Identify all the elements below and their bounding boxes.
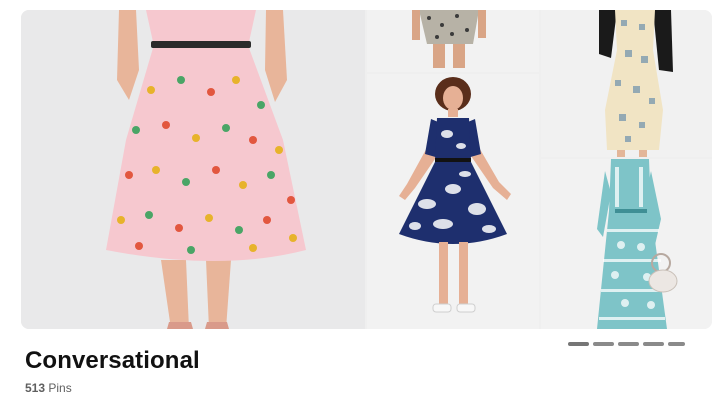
pin-image-pineapple-dress[interactable] — [21, 10, 365, 329]
pin-count: 513 Pins — [25, 381, 72, 395]
navy-dress-illustration — [367, 74, 539, 329]
pin-image-cream-print-dress[interactable] — [541, 10, 712, 157]
pin-count-label: Pins — [48, 381, 72, 395]
pin-image-navy-floral-dress[interactable] — [367, 74, 539, 329]
pineapple-dress-illustration — [21, 10, 365, 329]
leopard-dress-illustration — [367, 10, 539, 72]
cover-pagination[interactable] — [568, 342, 685, 346]
pagination-dot[interactable] — [618, 342, 639, 346]
pagination-dot[interactable] — [593, 342, 614, 346]
teal-dress-illustration — [541, 159, 712, 329]
pin-image-teal-print-dress[interactable] — [541, 159, 712, 329]
pin-image-leopard-dress[interactable] — [367, 10, 539, 72]
pagination-dot[interactable] — [643, 342, 664, 346]
pin-count-value: 513 — [25, 381, 46, 395]
cream-dress-illustration — [541, 10, 712, 157]
pagination-dot[interactable] — [568, 342, 589, 346]
pagination-dot[interactable] — [668, 342, 685, 346]
board-title[interactable]: Conversational — [25, 346, 200, 376]
board-card[interactable]: Conversational 513 Pins — [0, 0, 726, 417]
board-cover-collage[interactable] — [21, 10, 712, 329]
